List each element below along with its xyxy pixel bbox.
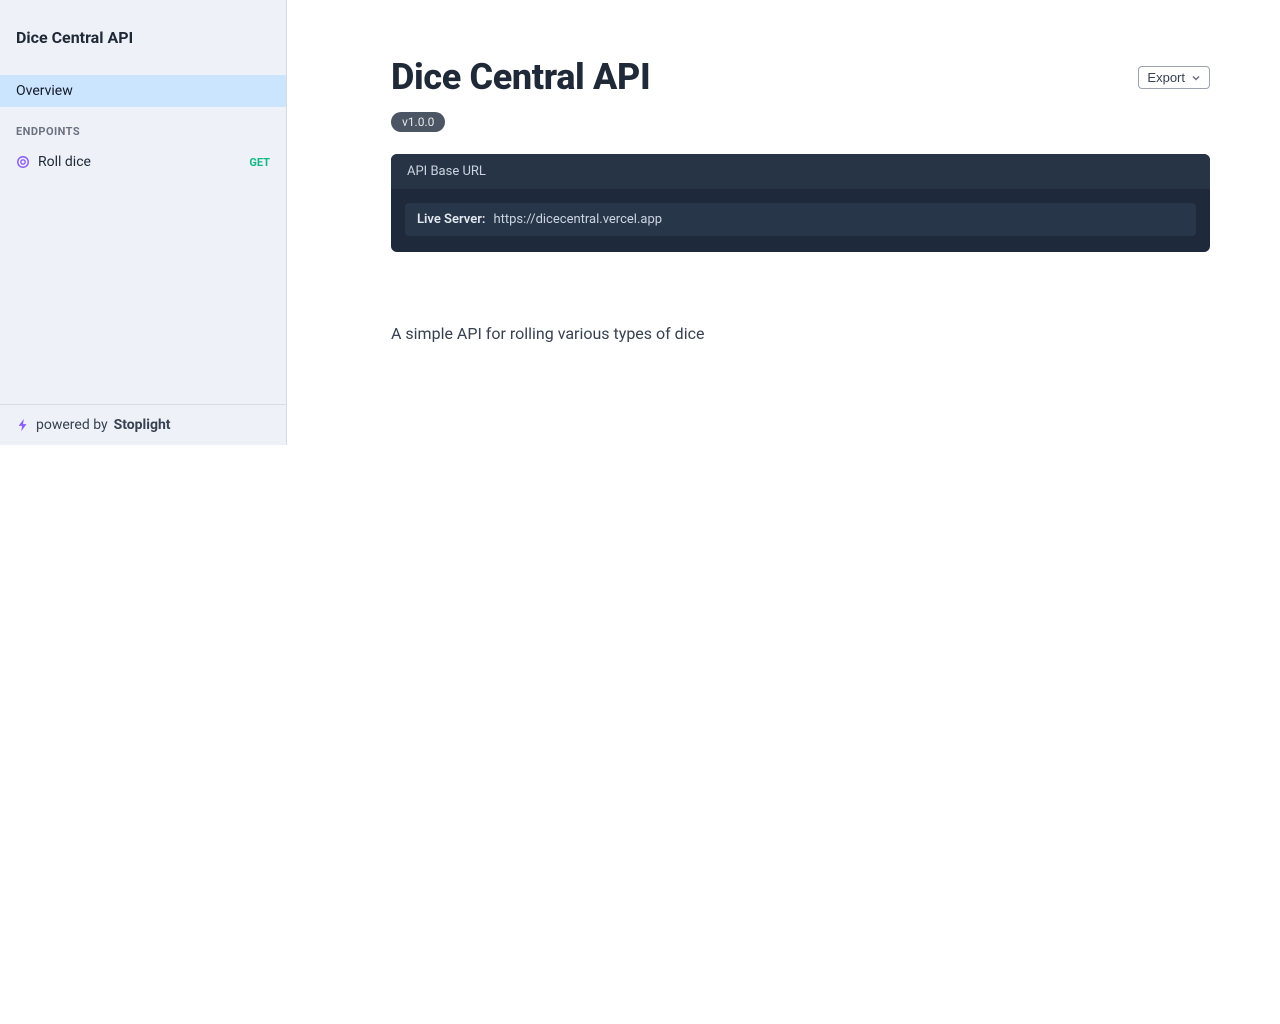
- export-button[interactable]: Export: [1138, 66, 1210, 89]
- powered-by-link[interactable]: powered by Stoplight: [0, 404, 286, 445]
- server-label: Live Server:: [417, 212, 485, 227]
- sidebar-item-overview[interactable]: Overview: [0, 75, 286, 107]
- bolt-icon: [16, 418, 30, 432]
- main-header: Dice Central API Export: [391, 56, 1210, 98]
- target-icon: [16, 155, 30, 169]
- base-url-panel: API Base URL Live Server: https://dicece…: [391, 154, 1210, 252]
- page-title: Dice Central API: [391, 56, 650, 98]
- endpoint-method-badge: GET: [249, 156, 270, 169]
- sidebar: Dice Central API Overview ENDPOINTS Roll…: [0, 0, 287, 445]
- sidebar-header: Dice Central API: [0, 0, 286, 75]
- api-description: A simple API for rolling various types o…: [391, 324, 1210, 343]
- main-content: Dice Central API Export v1.0.0 API Base …: [287, 0, 1280, 445]
- server-row[interactable]: Live Server: https://dicecentral.vercel.…: [405, 203, 1196, 236]
- base-url-heading: API Base URL: [391, 154, 1210, 189]
- chevron-down-icon: [1191, 73, 1201, 83]
- sidebar-title: Dice Central API: [16, 28, 270, 47]
- base-url-body: Live Server: https://dicecentral.vercel.…: [391, 189, 1210, 252]
- version-badge: v1.0.0: [391, 112, 445, 132]
- sidebar-section-endpoints: ENDPOINTS: [0, 107, 286, 146]
- endpoint-name: Roll dice: [38, 154, 241, 170]
- sidebar-item-label: Overview: [16, 83, 73, 99]
- sidebar-item-roll-dice[interactable]: Roll dice GET: [0, 146, 286, 178]
- powered-by-brand: Stoplight: [114, 417, 171, 433]
- powered-by-prefix: powered by: [36, 417, 108, 433]
- export-button-label: Export: [1147, 70, 1185, 85]
- server-url: https://dicecentral.vercel.app: [493, 212, 662, 227]
